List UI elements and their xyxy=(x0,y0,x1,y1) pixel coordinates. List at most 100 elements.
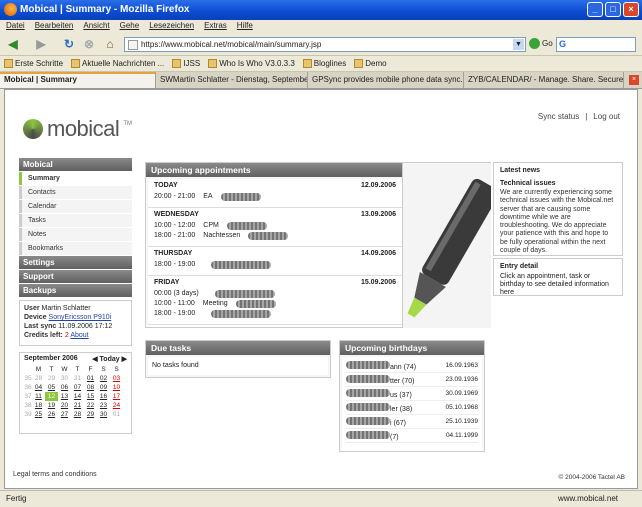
legal-link[interactable]: Legal terms and conditions xyxy=(13,471,97,478)
birthday-row[interactable]: ann (74) 16.09.1963 xyxy=(346,359,478,373)
close-window-button[interactable]: × xyxy=(623,2,639,17)
menu-hilfe[interactable]: Hilfe xyxy=(237,21,253,33)
calendar-day[interactable]: 30 xyxy=(97,410,110,419)
calendar-day[interactable]: 10 xyxy=(110,383,123,392)
url-dropdown-icon[interactable]: ▼ xyxy=(513,39,524,50)
calendar-day[interactable]: 07 xyxy=(71,383,84,392)
calendar-day[interactable]: 01 xyxy=(110,410,123,419)
menu-bearbeiten[interactable]: Bearbeiten xyxy=(35,21,74,33)
calendar-day[interactable]: 30 xyxy=(58,374,71,383)
bookmark-bloglines[interactable]: Bloglines xyxy=(302,58,346,69)
firefox-icon xyxy=(4,3,17,16)
calendar-day[interactable]: 25 xyxy=(32,410,45,419)
calendar-day[interactable]: 02 xyxy=(97,374,110,383)
nav-section-mobical[interactable]: Mobical xyxy=(19,158,132,171)
menu-lesezeichen[interactable]: Lesezeichen xyxy=(149,21,194,33)
calendar-day[interactable]: 09 xyxy=(97,383,110,392)
appointment-event[interactable]: 18:00 - 19:00 xyxy=(154,310,396,320)
nav-section-backups[interactable]: Backups xyxy=(19,284,132,297)
birthday-row[interactable]: (7) 04.11.1999 xyxy=(346,429,478,443)
next-month-icon[interactable]: ▶ xyxy=(122,356,127,363)
appointment-event[interactable]: 10:00 - 11:00 Meeting xyxy=(154,300,396,310)
calendar-week-number: 35 xyxy=(24,375,32,382)
calendar-day[interactable]: 08 xyxy=(84,383,97,392)
calendar-day[interactable]: 11 xyxy=(32,392,45,401)
calendar-day[interactable]: 28 xyxy=(71,410,84,419)
back-arrow-icon[interactable]: ◀ xyxy=(4,36,22,53)
appointment-event[interactable]: 18:00 - 21:00 Nachtessen xyxy=(154,232,396,242)
sidebar-item-calendar[interactable]: Calendar xyxy=(19,200,132,213)
sync-status-link[interactable]: Sync status xyxy=(535,112,582,121)
tab-mobical-summary[interactable]: Mobical | Summary xyxy=(0,72,156,88)
appointment-event[interactable]: 20:00 - 21:00 EA xyxy=(154,193,396,203)
calendar-day[interactable]: 29 xyxy=(45,374,58,383)
maximize-button[interactable]: □ xyxy=(605,2,621,17)
calendar-day[interactable]: 28 xyxy=(32,374,45,383)
url-field[interactable]: https://www.mobical.net/mobical/main/sum… xyxy=(124,37,526,52)
sidebar-item-contacts[interactable]: Contacts xyxy=(19,186,132,199)
menu-extras[interactable]: Extras xyxy=(204,21,227,33)
bookmark-aktuelle-nachrichten[interactable]: Aktuelle Nachrichten ... xyxy=(71,58,164,69)
calendar-day[interactable]: 21 xyxy=(71,401,84,410)
appointment-event[interactable]: 10:00 - 12:00 CPM xyxy=(154,222,396,232)
bookmark-demo[interactable]: Demo xyxy=(354,58,387,69)
logout-link[interactable]: Log out xyxy=(590,112,623,121)
sidebar-item-notes[interactable]: Notes xyxy=(19,228,132,241)
bookmark-erste-schritte[interactable]: Erste Schritte xyxy=(4,58,63,69)
calendar-day[interactable]: 06 xyxy=(58,383,71,392)
calendar-day[interactable]: 29 xyxy=(84,410,97,419)
calendar-day[interactable]: 13 xyxy=(58,392,71,401)
search-input[interactable]: G xyxy=(556,37,636,52)
calendar-day[interactable]: 01 xyxy=(84,374,97,383)
stop-icon[interactable]: ⊗ xyxy=(80,36,98,53)
appointment-event[interactable]: 00:00 (3 days) xyxy=(154,290,396,300)
calendar-today-link[interactable]: Today xyxy=(100,356,120,363)
calendar-day[interactable]: 20 xyxy=(58,401,71,410)
forward-arrow-icon[interactable]: ▶ xyxy=(32,36,50,53)
close-tab-icon[interactable]: × xyxy=(629,75,639,85)
calendar-day[interactable]: 05 xyxy=(45,383,58,392)
calendar-day[interactable]: 14 xyxy=(71,392,84,401)
event-title: CPM xyxy=(203,222,219,229)
birthday-row[interactable]: ler (38) 05.10.1968 xyxy=(346,401,478,415)
calendar-day[interactable]: 17 xyxy=(110,392,123,401)
calendar-day[interactable]: 03 xyxy=(110,374,123,383)
calendar-day[interactable]: 23 xyxy=(97,401,110,410)
calendar-day[interactable]: 15 xyxy=(84,392,97,401)
sidebar-item-summary[interactable]: Summary xyxy=(19,172,132,185)
minimize-button[interactable]: _ xyxy=(587,2,603,17)
prev-month-icon[interactable]: ◀ xyxy=(92,356,97,363)
nav-section-settings[interactable]: Settings xyxy=(19,256,132,269)
birthday-row[interactable]: tter (70) 23.09.1936 xyxy=(346,373,478,387)
calendar-day[interactable]: 22 xyxy=(84,401,97,410)
device-link[interactable]: SonyEricsson P910i xyxy=(49,314,112,321)
menu-gehe[interactable]: Gehe xyxy=(120,21,140,33)
calendar-day[interactable]: 19 xyxy=(45,401,58,410)
reload-icon[interactable]: ↻ xyxy=(60,36,78,53)
birthday-row[interactable]: us (37) 30.09.1969 xyxy=(346,387,478,401)
calendar-day[interactable]: 31 xyxy=(71,374,84,383)
calendar-day[interactable]: 27 xyxy=(58,410,71,419)
tab-gpsync[interactable]: GPSync provides mobile phone data sync..… xyxy=(308,72,464,88)
nav-section-support[interactable]: Support xyxy=(19,270,132,283)
calendar-day[interactable]: 18 xyxy=(32,401,45,410)
calendar-day[interactable]: 24 xyxy=(110,401,123,410)
go-button[interactable]: Go xyxy=(529,38,553,49)
menu-ansicht[interactable]: Ansicht xyxy=(83,21,109,33)
tab-martin-schlatter[interactable]: SWMartin Schlatter - Dienstag, September… xyxy=(156,72,308,88)
sidebar-item-tasks[interactable]: Tasks xyxy=(19,214,132,227)
birthday-name: tter (70) xyxy=(390,377,415,385)
calendar-day[interactable]: 12 xyxy=(45,392,58,401)
appointment-event[interactable]: 18:00 - 19:00 xyxy=(154,261,396,271)
bookmark-who-is-who[interactable]: Who Is Who V3.0.3.3 xyxy=(208,58,295,69)
calendar-day[interactable]: 04 xyxy=(32,383,45,392)
sidebar-item-bookmarks[interactable]: Bookmarks xyxy=(19,242,132,255)
home-icon[interactable]: ⌂ xyxy=(101,36,119,53)
about-link[interactable]: About xyxy=(70,332,88,339)
calendar-day[interactable]: 16 xyxy=(97,392,110,401)
tab-zyb-calendar[interactable]: ZYB/CALENDAR/ - Manage. Share. Secure. xyxy=(464,72,624,88)
menu-datei[interactable]: Datei xyxy=(6,21,25,33)
bookmark-ijss[interactable]: IJSS xyxy=(172,58,200,69)
calendar-day[interactable]: 26 xyxy=(45,410,58,419)
birthday-row[interactable]: i (67) 25.10.1939 xyxy=(346,415,478,429)
